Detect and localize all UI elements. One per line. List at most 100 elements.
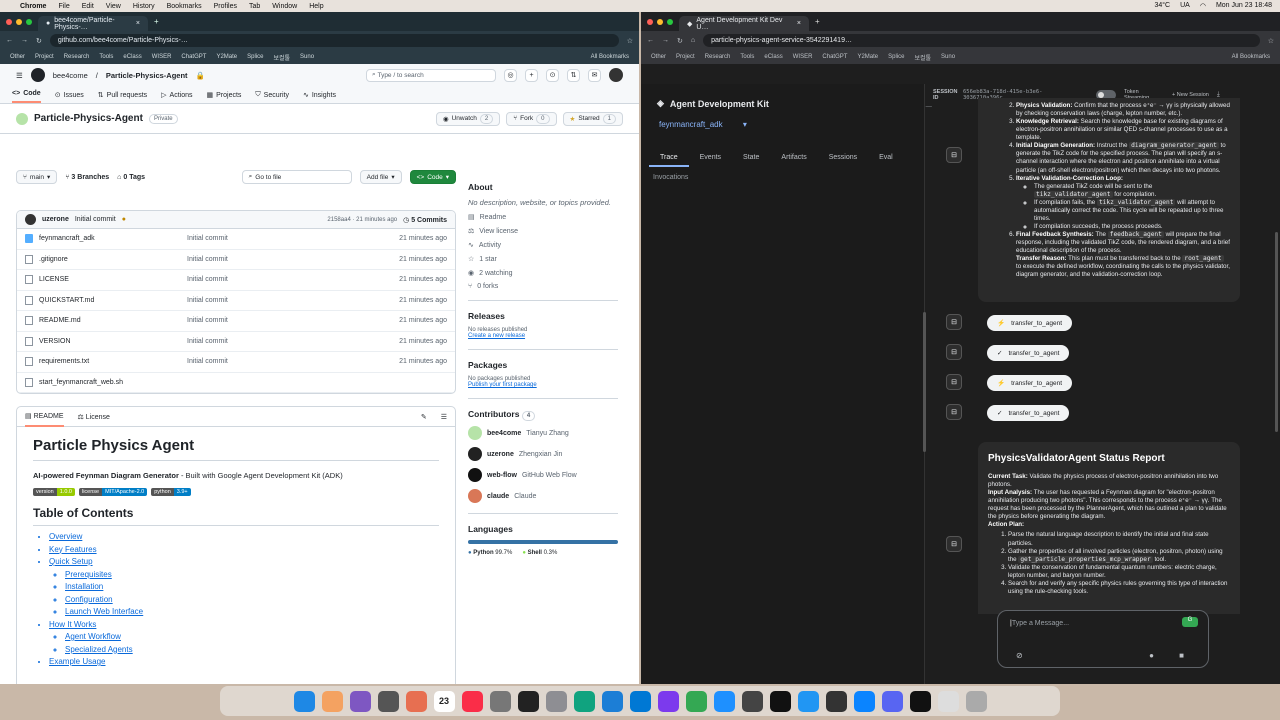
table-row[interactable]: VERSION Initial commit 21 minutes ago — [17, 332, 455, 352]
mail-icon[interactable] — [797, 690, 819, 712]
bookmark-eclass[interactable]: eClass — [764, 54, 782, 60]
close-tab-icon[interactable]: × — [136, 20, 140, 27]
issues-icon[interactable]: ⊙ — [546, 68, 559, 82]
openai-icon[interactable] — [909, 690, 931, 712]
starred-button[interactable]: ★ Starred 1 — [562, 111, 623, 126]
github-logo-icon[interactable] — [30, 68, 45, 82]
finalcut-icon[interactable] — [825, 690, 847, 712]
table-row[interactable]: QUICKSTART.md Initial commit 21 minutes ag… — [17, 291, 455, 311]
tab-issues[interactable]: ⊙ Issues — [55, 91, 84, 103]
toc-how-it-works[interactable]: How It Works Agent Workflow Specialized … — [49, 620, 439, 654]
tab-code[interactable]: <> Code — [12, 90, 41, 103]
commit-message[interactable]: Initial commit — [187, 276, 399, 283]
microphone-icon[interactable]: ● — [1149, 651, 1154, 660]
tab-trace[interactable]: Trace — [649, 150, 689, 167]
bookmark-tools[interactable]: Tools — [99, 54, 113, 60]
bookmark-project[interactable]: Project — [35, 54, 54, 60]
commit-message[interactable]: Initial commit — [187, 256, 399, 263]
tab-actions[interactable]: ▷ Actions — [161, 91, 192, 103]
close-window-icon[interactable] — [6, 18, 12, 25]
table-row[interactable]: LICENSE Initial commit 21 minutes ago — [17, 270, 455, 291]
outline-icon[interactable]: ☰ — [441, 413, 447, 421]
tab-insights[interactable]: ∿ Insights — [303, 91, 336, 103]
new-tab-icon[interactable]: + — [815, 17, 820, 26]
releases-heading[interactable]: Releases — [468, 311, 618, 321]
tab-state[interactable]: State — [732, 150, 770, 167]
attach-icon[interactable]: ⊘ — [1016, 651, 1023, 660]
notes-icon[interactable] — [489, 690, 511, 712]
camera-icon[interactable]: ■ — [1179, 651, 1184, 660]
capcut-icon[interactable] — [769, 690, 791, 712]
file-name[interactable]: VERSION — [39, 338, 71, 345]
file-name[interactable]: README.md — [39, 317, 81, 324]
minimize-window-icon[interactable] — [16, 18, 22, 25]
readme-badge[interactable]: license MIT/Apache-2.0 — [78, 488, 148, 496]
menu-profiles[interactable]: Profiles — [214, 3, 237, 10]
table-row[interactable]: feynmancraft_adk Initial commit 21 minutes… — [17, 229, 455, 250]
url-bar[interactable]: github.com/bee4come/Particle-Physics-… — [49, 34, 619, 47]
bookmark-project[interactable]: Project — [676, 54, 695, 60]
forks-link[interactable]: ⑂ 0 forks — [468, 283, 618, 290]
pull-requests-icon[interactable]: ⇅ — [567, 68, 580, 82]
toc-launch-web-interface[interactable]: Launch Web Interface — [65, 607, 439, 616]
xcode-icon[interactable] — [601, 690, 623, 712]
zoom-window-icon[interactable] — [667, 18, 673, 25]
back-icon[interactable]: ← — [6, 37, 13, 44]
contributor-item[interactable]: bee4come Tianyu Zhang — [468, 426, 618, 440]
calendar-icon[interactable]: 23 — [433, 690, 455, 712]
avatar[interactable] — [609, 68, 623, 82]
commit-message[interactable]: Initial commit — [75, 216, 116, 223]
vscode-icon[interactable] — [629, 690, 651, 712]
table-row[interactable]: .gitignore Initial commit 21 minutes ago — [17, 250, 455, 270]
bookmark-splice[interactable]: Splice — [247, 54, 263, 60]
language-item[interactable]: ● Python 99.7% — [468, 550, 512, 556]
file-name[interactable]: QUICKSTART.md — [39, 297, 94, 304]
code-button[interactable]: <> Code ▾ — [409, 170, 456, 184]
menu-help[interactable]: Help — [309, 3, 323, 10]
message-input[interactable]: |Type a Message... — [1010, 620, 1069, 627]
contributors-heading[interactable]: Contributors 4 — [468, 409, 618, 421]
commit-hash[interactable]: 2158aa4 · 21 minutes ago — [327, 217, 397, 223]
inbox-icon[interactable]: ✉ — [588, 68, 601, 82]
photos-icon[interactable] — [405, 690, 427, 712]
readme-link[interactable]: ▤ Readme — [468, 213, 618, 222]
tab-projects[interactable]: ▦ Projects — [207, 91, 242, 103]
edit-icon[interactable]: ✎ — [421, 413, 427, 421]
toc-agent-workflow[interactable]: Agent Workflow — [65, 632, 439, 641]
tags-link[interactable]: ⌂ 0 Tags — [117, 174, 145, 181]
toc-example-usage[interactable]: Example Usage — [49, 657, 439, 666]
screenshot-icon[interactable] — [741, 690, 763, 712]
agent-select[interactable]: feynmancraft_adk ▾ — [659, 120, 747, 129]
grammarly-icon[interactable]: G — [1182, 617, 1198, 627]
tool-call-chip[interactable]: ⚡ transfer_to_agent — [987, 375, 1073, 391]
new-tab-icon[interactable]: + — [154, 17, 159, 26]
file-name[interactable]: .gitignore — [39, 256, 68, 263]
fork-button[interactable]: ⑂ Fork 0 — [506, 111, 557, 126]
branches-link[interactable]: ⑂ 3 Branches — [65, 174, 109, 181]
readme-badge[interactable]: version 1.0.0 — [33, 488, 75, 496]
grid-icon[interactable] — [349, 690, 371, 712]
close-tab-icon[interactable]: × — [797, 20, 801, 27]
page-title[interactable]: Particle-Physics-Agent — [34, 113, 143, 124]
doc-icon[interactable] — [937, 690, 959, 712]
packages-heading[interactable]: Packages — [468, 360, 618, 370]
forward-icon[interactable]: → — [662, 37, 669, 44]
chatgpt-icon[interactable] — [573, 690, 595, 712]
table-row[interactable]: README.md Initial commit 21 minutes ago — [17, 311, 455, 332]
bookmark-chatgpt[interactable]: ChatGPT — [822, 54, 847, 60]
reload-icon[interactable]: ↻ — [677, 37, 683, 45]
menu-view[interactable]: View — [106, 3, 121, 10]
input-locale[interactable]: UA — [1180, 2, 1190, 10]
tab-readme[interactable]: ▤ README — [25, 407, 64, 427]
tab-security[interactable]: ⛉ Security — [255, 91, 289, 103]
menu-bookmarks[interactable]: Bookmarks — [167, 3, 202, 10]
chat-scrollbar[interactable] — [1275, 232, 1278, 432]
hamburger-icon[interactable]: ☰ — [16, 71, 23, 80]
contributor-item[interactable]: web-flow GitHub Web Flow — [468, 468, 618, 482]
bookmark-other[interactable]: Other — [651, 54, 666, 60]
tab-eval[interactable]: Eval — [868, 150, 904, 167]
finder-icon[interactable] — [293, 690, 315, 712]
stars-link[interactable]: ☆ 1 star — [468, 255, 618, 264]
tab-artifacts[interactable]: Artifacts — [770, 150, 817, 167]
bookmark-vocal[interactable]: 보컬툴 — [273, 53, 290, 62]
